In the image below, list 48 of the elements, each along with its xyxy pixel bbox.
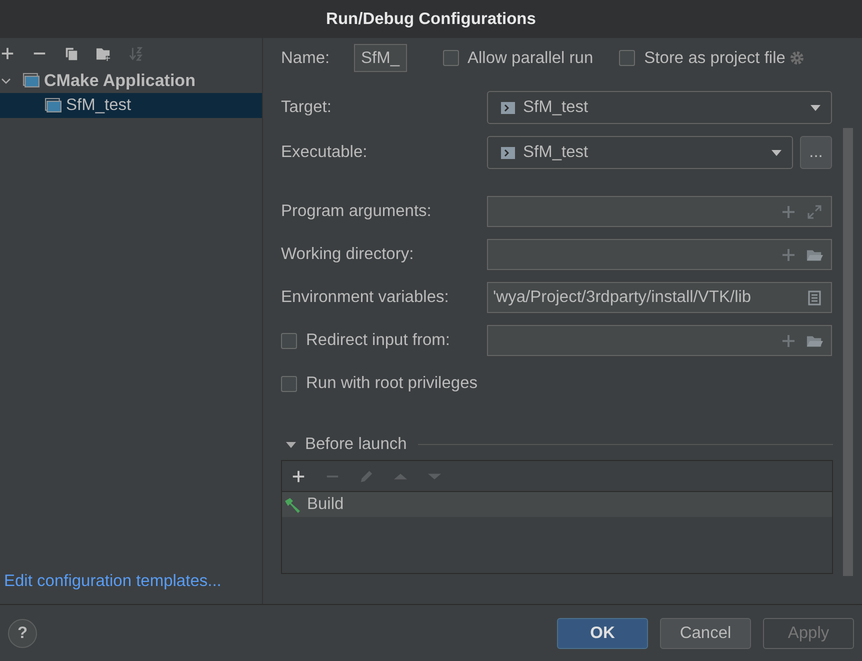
add-icon[interactable] — [291, 468, 306, 484]
window-icon — [45, 98, 62, 113]
checkbox-label: Redirect input from: — [306, 331, 450, 350]
terminal-icon — [501, 146, 515, 158]
dialog-button[interactable]: OK — [557, 618, 648, 648]
caret-icon — [771, 150, 782, 156]
browse-button[interactable]: ... — [800, 136, 832, 169]
scrollbar-thumb[interactable] — [843, 128, 853, 576]
folder-add-icon[interactable] — [96, 46, 111, 60]
field-label: Environment variables: — [281, 288, 449, 307]
edit-templates-link[interactable]: Edit configuration templates... — [0, 572, 262, 604]
target-dropdown[interactable]: SfM_test — [487, 136, 793, 169]
section-title: Before launch — [305, 435, 407, 454]
hammer-icon — [284, 496, 302, 512]
checkbox[interactable] — [619, 50, 636, 66]
field-label: Executable: — [281, 143, 368, 162]
tree-item[interactable]: SfM_test — [0, 93, 262, 118]
name-label: Name: — [281, 48, 331, 68]
checkbox-label: Store as project file — [644, 48, 786, 68]
text-field[interactable] — [487, 196, 832, 227]
chevron-icon[interactable] — [1, 76, 11, 86]
dialog-button[interactable]: Cancel — [660, 618, 751, 648]
field-label: Program arguments: — [281, 202, 432, 221]
checkbox[interactable] — [281, 376, 297, 392]
add-icon[interactable] — [0, 46, 15, 60]
document-icon[interactable] — [806, 290, 823, 306]
expand-icon[interactable] — [806, 204, 823, 220]
checkbox-label: Run with root privileges — [306, 374, 478, 393]
caret-icon — [810, 104, 821, 110]
target-dropdown[interactable]: SfM_test — [487, 91, 832, 124]
terminal-icon — [501, 102, 515, 114]
name-field[interactable]: SfM_ — [354, 44, 407, 72]
text-field[interactable] — [487, 239, 832, 270]
copy-icon[interactable] — [64, 46, 79, 60]
text-field[interactable]: 'wya/Project/3rdparty/install/VTK/lib — [487, 282, 832, 313]
checkbox-label: Allow parallel run — [468, 48, 594, 68]
field-label: Working directory: — [281, 245, 414, 264]
help-button[interactable]: ? — [8, 618, 37, 648]
task-item[interactable]: Build — [282, 492, 832, 517]
tree-item[interactable]: CMake Application — [0, 68, 262, 93]
window-icon — [23, 73, 40, 88]
checkbox[interactable] — [281, 332, 297, 348]
field-label: Target: — [281, 98, 332, 117]
text-field[interactable] — [487, 325, 832, 356]
collapse-caret-icon[interactable] — [286, 440, 296, 450]
gear-icon[interactable] — [789, 50, 806, 66]
window-title: Run/Debug Configurations — [326, 10, 536, 28]
checkbox[interactable] — [442, 50, 459, 66]
